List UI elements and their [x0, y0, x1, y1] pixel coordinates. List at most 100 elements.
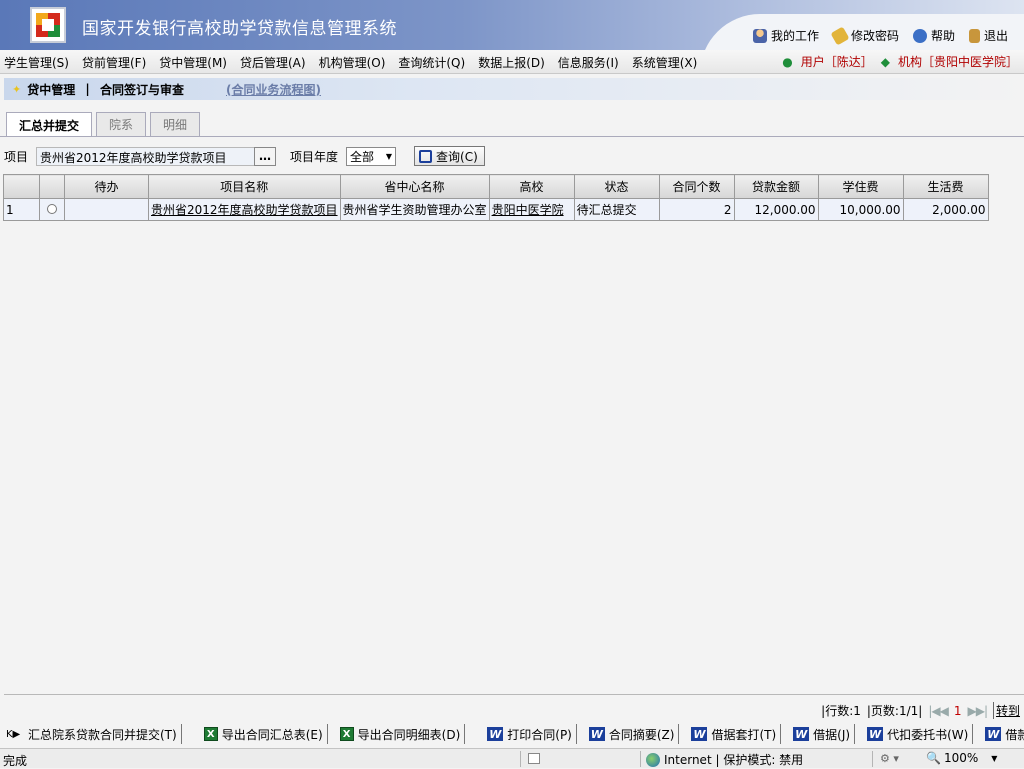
col-living[interactable]: 生活费 [902, 174, 989, 199]
contract-summary-table: 待办 项目名称 省中心名称 高校 状态 合同个数 贷款金额 学住费 生活费 1 … [3, 174, 989, 221]
last-page-icon[interactable]: ▶▶| [967, 704, 987, 718]
year-select[interactable]: 全部 ▼ [346, 146, 397, 166]
change-password-link[interactable]: 修改密码 [830, 25, 899, 46]
zoom-control[interactable]: 🔍 100% ▼ [926, 751, 997, 765]
col-index [3, 174, 40, 199]
globe-icon [646, 752, 660, 767]
project-label: 项目 [4, 149, 29, 164]
word-icon: W [588, 727, 605, 741]
borrower-button[interactable]: W 借款学 [981, 724, 1024, 744]
col-center[interactable]: 省中心名称 [339, 174, 490, 199]
tab-strip: 汇总并提交 院系 明细 [6, 112, 201, 137]
filter-row: 项目 贵州省2012年度高校助学贷款项目 … 项目年度 全部 ▼ 查询(C) [4, 146, 485, 166]
my-work-label: 我的工作 [770, 29, 819, 43]
col-tuition[interactable]: 学住费 [817, 174, 904, 199]
current-page[interactable]: 1 [954, 704, 962, 718]
submit-summary-label: 汇总院系贷款合同并提交(T) [28, 727, 177, 742]
submit-icon: K▶ [6, 728, 21, 740]
submit-summary-button[interactable]: K▶ 汇总院系贷款合同并提交(T) [2, 724, 182, 744]
contract-summary-label: 合同摘要(Z) [608, 727, 675, 742]
change-password-label: 修改密码 [850, 29, 899, 43]
col-todo[interactable]: 待办 [64, 174, 149, 199]
radio-button[interactable] [47, 203, 57, 214]
word-icon: W [793, 727, 810, 741]
project-picker-button[interactable]: … [254, 146, 277, 166]
col-school[interactable]: 高校 [488, 174, 575, 199]
col-status[interactable]: 状态 [573, 174, 660, 199]
year-value: 全部 [350, 149, 375, 164]
print-contract-label: 打印合同(P) [507, 727, 572, 742]
page-count-text: |页数:1/1| [866, 704, 923, 718]
menu-item-7[interactable]: 信息服务(I) [558, 54, 619, 71]
status-separator [872, 751, 873, 767]
search-icon [419, 149, 433, 163]
settings-icon[interactable]: ⚙ ▾ [880, 752, 899, 765]
word-icon: W [487, 727, 504, 741]
withholding-authorization-button[interactable]: W 代扣委托书(W) [863, 724, 974, 744]
action-toolbar: K▶ 汇总院系贷款合同并提交(T) X 导出合同汇总表(E) X 导出合同明细表… [2, 723, 1024, 745]
export-detail-button[interactable]: X 导出合同明细表(D) [336, 724, 466, 744]
col-count[interactable]: 合同个数 [658, 174, 735, 199]
row-radio[interactable] [39, 198, 65, 221]
row-count: 2 [658, 198, 735, 221]
status-bar: 完成 Internet | 保护模式: 禁用 ⚙ ▾ 🔍 100% ▼ [0, 748, 1024, 768]
word-icon: W [985, 727, 1002, 741]
key-icon [830, 25, 850, 46]
header-banner: 国家开发银行高校助学贷款信息管理系统 我的工作 修改密码 帮助 退出 [0, 0, 1024, 50]
menu-item-0[interactable]: 学生管理(S) [4, 54, 69, 71]
breadcrumb-page: 合同签订与审查 [99, 82, 184, 97]
menu-item-2[interactable]: 贷中管理(M) [159, 54, 227, 71]
first-page-icon[interactable]: |◀◀ [928, 704, 948, 718]
tab-divider [0, 136, 1024, 137]
current-user: 用户［陈达］ [800, 55, 873, 69]
page-icon [528, 753, 540, 764]
menu-item-4[interactable]: 机构管理(O) [319, 54, 386, 71]
receipt-overprint-button[interactable]: W 借据套打(T) [687, 724, 782, 744]
receipt-overprint-label: 借据套打(T) [711, 727, 777, 742]
print-contract-button[interactable]: W 打印合同(P) [483, 724, 577, 744]
exit-link[interactable]: 退出 [968, 27, 1008, 44]
year-label: 项目年度 [290, 149, 339, 164]
row-project-link[interactable]: 贵州省2012年度高校助学贷款项目 [148, 198, 341, 221]
zoom-level: 100% [943, 751, 979, 765]
breadcrumb-section: 贷中管理 [27, 82, 76, 97]
word-icon: W [867, 727, 884, 741]
row-count-text: |行数:1 [821, 704, 861, 718]
tab-details[interactable]: 明细 [150, 112, 201, 136]
status-separator [640, 751, 641, 767]
goto-button[interactable]: 转到 [992, 702, 1020, 719]
menu-item-5[interactable]: 查询统计(Q) [398, 54, 465, 71]
receipt-button[interactable]: W 借据(J) [789, 724, 856, 744]
excel-icon: X [339, 727, 354, 741]
table-row[interactable]: 1 贵州省2012年度高校助学贷款项目 贵州省学生资助管理办公室 贵阳中医学院 … [3, 198, 989, 221]
zone-text: Internet | 保护模式: 禁用 [664, 753, 804, 767]
tab-summary-submit[interactable]: 汇总并提交 [6, 112, 93, 137]
project-input[interactable]: 贵州省2012年度高校助学贷款项目 [36, 146, 255, 166]
menu-item-6[interactable]: 数据上报(D) [478, 54, 545, 71]
menu-item-3[interactable]: 贷后管理(A) [240, 54, 306, 71]
chevron-down-icon: ▼ [385, 151, 393, 161]
flow-chart-link[interactable]: (合同业务流程图) [226, 81, 321, 98]
user-icon [752, 28, 767, 43]
help-icon [912, 28, 927, 43]
breadcrumb: ✦ 贷中管理 | 合同签订与审查 (合同业务流程图) [4, 78, 1024, 100]
col-amount[interactable]: 贷款金额 [733, 174, 819, 199]
menu-item-8[interactable]: 系统管理(X) [632, 54, 698, 71]
breadcrumb-separator: | [81, 82, 94, 96]
security-zone: Internet | 保护模式: 禁用 [646, 751, 803, 768]
status-separator [520, 751, 521, 767]
query-button[interactable]: 查询(C) [414, 146, 485, 166]
tab-departments[interactable]: 院系 [96, 112, 147, 136]
my-work-link[interactable]: 我的工作 [752, 27, 819, 44]
contract-summary-button[interactable]: W 合同摘要(Z) [585, 724, 680, 744]
export-summary-button[interactable]: X 导出合同汇总表(E) [200, 724, 328, 744]
col-project[interactable]: 项目名称 [148, 174, 341, 199]
query-label: 查询(C) [436, 149, 478, 164]
user-info: ● 用户［陈达］ ◆ 机构［贵阳中医学院］ [782, 53, 1018, 70]
main-menu: 学生管理(S) 贷前管理(F) 贷中管理(M) 贷后管理(A) 机构管理(O) 查询统计(… [4, 54, 697, 71]
status-text: 完成 [3, 754, 28, 768]
help-link[interactable]: 帮助 [912, 27, 955, 44]
menu-item-1[interactable]: 贷前管理(F) [82, 54, 146, 71]
pager: |行数:1 |页数:1/1| |◀◀ 1 ▶▶| 转到 [821, 702, 1020, 719]
row-school-link[interactable]: 贵阳中医学院 [488, 198, 575, 221]
